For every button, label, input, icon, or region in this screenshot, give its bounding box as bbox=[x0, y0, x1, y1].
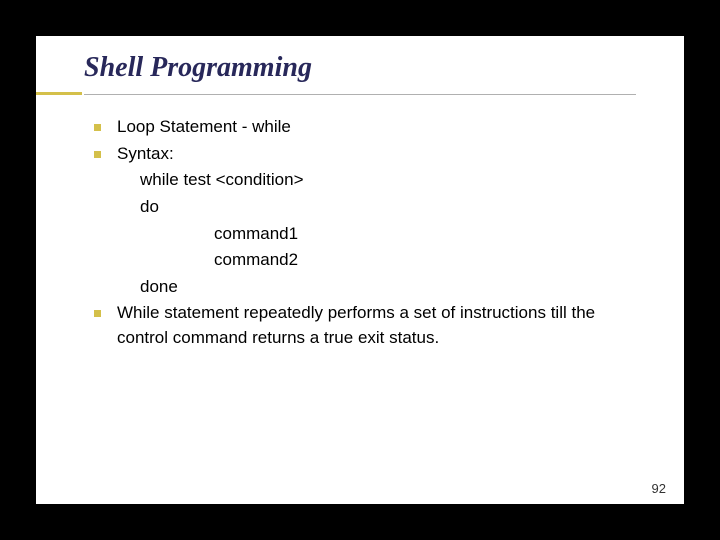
list-item: Syntax: bbox=[94, 142, 644, 167]
syntax-line: command2 bbox=[94, 248, 644, 273]
slide-title: Shell Programming bbox=[84, 52, 684, 84]
syntax-line: do bbox=[94, 195, 644, 220]
title-area: Shell Programming bbox=[36, 36, 684, 90]
slide: Shell Programming Loop Statement - while… bbox=[36, 36, 684, 504]
syntax-line: command1 bbox=[94, 222, 644, 247]
syntax-line: done bbox=[94, 275, 644, 300]
bullet-icon bbox=[94, 310, 101, 317]
syntax-line: while test <condition> bbox=[94, 168, 644, 193]
page-number: 92 bbox=[652, 481, 666, 496]
list-item: While statement repeatedly performs a se… bbox=[94, 301, 644, 350]
list-item: Loop Statement - while bbox=[94, 115, 644, 140]
content-area: Loop Statement - while Syntax: while tes… bbox=[36, 95, 684, 351]
bullet-icon bbox=[94, 124, 101, 131]
bullet-text: While statement repeatedly performs a se… bbox=[117, 301, 644, 350]
bullet-text: Syntax: bbox=[117, 142, 644, 167]
accent-line bbox=[36, 92, 82, 95]
bullet-text: Loop Statement - while bbox=[117, 115, 644, 140]
bullet-icon bbox=[94, 151, 101, 158]
